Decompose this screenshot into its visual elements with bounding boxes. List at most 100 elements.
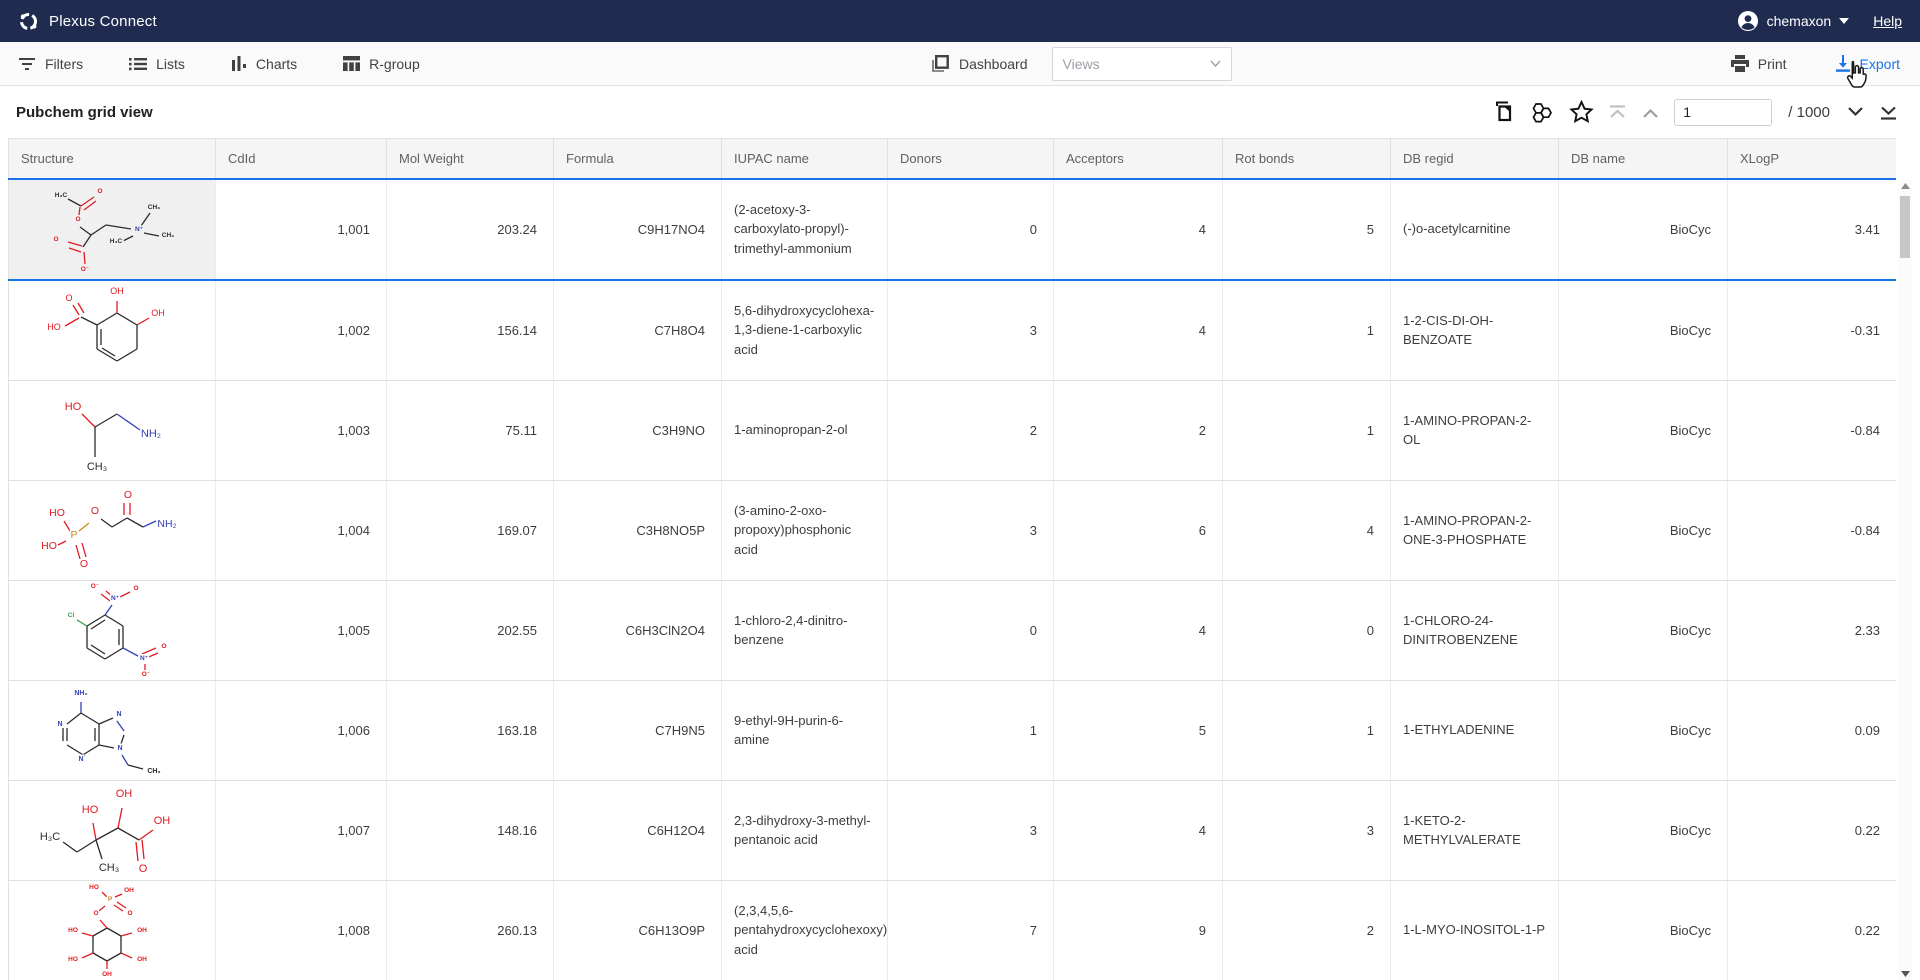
cell-formula[interactable]: C7H9N5 bbox=[554, 680, 722, 780]
cell-db-name[interactable]: BioCyc bbox=[1559, 780, 1728, 880]
cell-formula[interactable]: C3H9NO bbox=[554, 380, 722, 480]
cell-formula[interactable]: C3H8NO5P bbox=[554, 480, 722, 580]
cell-db-name[interactable]: BioCyc bbox=[1559, 380, 1728, 480]
first-row-icon[interactable] bbox=[1608, 105, 1627, 120]
filters-button[interactable]: Filters bbox=[18, 56, 83, 72]
copy-icon[interactable] bbox=[1493, 101, 1514, 123]
cell-mol-weight[interactable]: 169.07 bbox=[387, 480, 554, 580]
cell-structure[interactable]: H₃COOOO⁻N⁺CH₃CH₃H₃C bbox=[9, 179, 216, 280]
last-row-icon[interactable] bbox=[1879, 105, 1898, 120]
table-row[interactable]: HOHOOOONH₂P1,004169.07C3H8NO5P(3-amino-2… bbox=[9, 480, 1897, 580]
cell-cdid[interactable]: 1,006 bbox=[216, 680, 387, 780]
rgroup-button[interactable]: R-group bbox=[343, 56, 420, 72]
page-number-input[interactable] bbox=[1674, 99, 1772, 126]
structure-image[interactable]: NH₂NNNNCH₃ bbox=[22, 681, 202, 777]
cell-xlogp[interactable]: 0.22 bbox=[1728, 780, 1897, 880]
cell-mol-weight[interactable]: 163.18 bbox=[387, 680, 554, 780]
table-row[interactable]: ClN⁺O⁻ON⁺OO⁻1,005202.55C6H3ClN2O41-chlor… bbox=[9, 580, 1897, 680]
cell-structure[interactable]: NH₂NNNNCH₃ bbox=[9, 680, 216, 780]
lists-button[interactable]: Lists bbox=[129, 56, 185, 72]
cell-cdid[interactable]: 1,001 bbox=[216, 179, 387, 280]
user-menu[interactable]: chemaxon bbox=[1737, 10, 1850, 32]
cell-rot-bonds[interactable]: 1 bbox=[1223, 380, 1391, 480]
column-header-donors[interactable]: Donors bbox=[888, 139, 1054, 179]
cell-rot-bonds[interactable]: 3 bbox=[1223, 780, 1391, 880]
cell-db-regid[interactable]: 1-L-MYO-INOSITOL-1-P bbox=[1391, 880, 1559, 980]
export-button[interactable]: Export bbox=[1835, 55, 1900, 72]
cell-db-name[interactable]: BioCyc bbox=[1559, 680, 1728, 780]
cell-xlogp[interactable]: 0.09 bbox=[1728, 680, 1897, 780]
cell-structure[interactable]: HOHOOOONH₂P bbox=[9, 480, 216, 580]
cell-db-regid[interactable]: 1-AMINO-PROPAN-2-OL bbox=[1391, 380, 1559, 480]
cell-mol-weight[interactable]: 156.14 bbox=[387, 280, 554, 381]
column-header-rot-bonds[interactable]: Rot bonds bbox=[1223, 139, 1391, 179]
cell-db-name[interactable]: BioCyc bbox=[1559, 280, 1728, 381]
cell-cdid[interactable]: 1,007 bbox=[216, 780, 387, 880]
cell-iupac-name[interactable]: 9-ethyl-9H-purin-6-amine bbox=[722, 680, 888, 780]
cell-iupac-name[interactable]: 1-chloro-2,4-dinitro-benzene bbox=[722, 580, 888, 680]
cell-cdid[interactable]: 1,008 bbox=[216, 880, 387, 980]
structure-image[interactable]: HONH₂CH₃ bbox=[22, 381, 202, 477]
cell-db-name[interactable]: BioCyc bbox=[1559, 580, 1728, 680]
cell-structure[interactable]: ClN⁺O⁻ON⁺OO⁻ bbox=[9, 580, 216, 680]
cell-mol-weight[interactable]: 75.11 bbox=[387, 380, 554, 480]
column-header-db-name[interactable]: DB name bbox=[1559, 139, 1728, 179]
cell-xlogp[interactable]: -0.31 bbox=[1728, 280, 1897, 381]
column-header-xlogp[interactable]: XLogP bbox=[1728, 139, 1897, 179]
cell-formula[interactable]: C6H3ClN2O4 bbox=[554, 580, 722, 680]
column-header-structure[interactable]: Structure bbox=[9, 139, 216, 179]
cell-structure[interactable]: HOHOOHOHOHOPHOOHO bbox=[9, 880, 216, 980]
structure-image[interactable]: HOHOOHOHOHOPHOOHO bbox=[22, 881, 202, 977]
cell-db-regid[interactable]: (-)o-acetylcarnitine bbox=[1391, 179, 1559, 280]
cell-structure[interactable]: HONH₂CH₃ bbox=[9, 380, 216, 480]
charts-button[interactable]: Charts bbox=[231, 56, 297, 72]
cell-mol-weight[interactable]: 203.24 bbox=[387, 179, 554, 280]
cell-db-regid[interactable]: 1-KETO-2-METHYLVALERATE bbox=[1391, 780, 1559, 880]
cell-db-regid[interactable]: 1-ETHYLADENINE bbox=[1391, 680, 1559, 780]
cell-rot-bonds[interactable]: 0 bbox=[1223, 580, 1391, 680]
cell-iupac-name[interactable]: (2,3,4,5,6-pentahydroxycyclohexoxy) acid bbox=[722, 880, 888, 980]
column-header-formula[interactable]: Formula bbox=[554, 139, 722, 179]
cell-donors[interactable]: 3 bbox=[888, 280, 1054, 381]
cell-iupac-name[interactable]: (2-acetoxy-3-carboxylato-propyl)-trimeth… bbox=[722, 179, 888, 280]
table-row[interactable]: OHHOOHOH₃CCH₃1,007148.16C6H12O42,3-dihyd… bbox=[9, 780, 1897, 880]
cell-formula[interactable]: C7H8O4 bbox=[554, 280, 722, 381]
structure-image[interactable]: OHOOHOH bbox=[22, 281, 202, 377]
table-row[interactable]: OHOOHOH1,002156.14C7H8O45,6-dihydroxycyc… bbox=[9, 280, 1897, 381]
cell-rot-bonds[interactable]: 2 bbox=[1223, 880, 1391, 980]
cell-acceptors[interactable]: 4 bbox=[1054, 179, 1223, 280]
vertical-scrollbar[interactable] bbox=[1898, 180, 1912, 980]
cell-structure[interactable]: OHOOHOH bbox=[9, 280, 216, 381]
column-header-db-regid[interactable]: DB regid bbox=[1391, 139, 1559, 179]
cell-xlogp[interactable]: 0.22 bbox=[1728, 880, 1897, 980]
cell-acceptors[interactable]: 2 bbox=[1054, 380, 1223, 480]
cell-db-regid[interactable]: 1-2-CIS-DI-OH-BENZOATE bbox=[1391, 280, 1559, 381]
cell-mol-weight[interactable]: 202.55 bbox=[387, 580, 554, 680]
cell-donors[interactable]: 0 bbox=[888, 580, 1054, 680]
cell-iupac-name[interactable]: (3-amino-2-oxo-propoxy)phosphonic acid bbox=[722, 480, 888, 580]
cell-donors[interactable]: 1 bbox=[888, 680, 1054, 780]
table-row[interactable]: HOHOOHOHOHOPHOOHO1,008260.13C6H13O9P(2,3… bbox=[9, 880, 1897, 980]
cell-formula[interactable]: C6H13O9P bbox=[554, 880, 722, 980]
column-header-cdid[interactable]: CdId bbox=[216, 139, 387, 179]
cell-acceptors[interactable]: 6 bbox=[1054, 480, 1223, 580]
cell-cdid[interactable]: 1,003 bbox=[216, 380, 387, 480]
cell-acceptors[interactable]: 4 bbox=[1054, 780, 1223, 880]
column-header-mol-weight[interactable]: Mol Weight bbox=[387, 139, 554, 179]
cell-donors[interactable]: 2 bbox=[888, 380, 1054, 480]
cell-mol-weight[interactable]: 148.16 bbox=[387, 780, 554, 880]
cell-db-name[interactable]: BioCyc bbox=[1559, 480, 1728, 580]
table-row[interactable]: NH₂NNNNCH₃1,006163.18C7H9N59-ethyl-9H-pu… bbox=[9, 680, 1897, 780]
help-link[interactable]: Help bbox=[1873, 13, 1902, 29]
cell-db-name[interactable]: BioCyc bbox=[1559, 179, 1728, 280]
cell-acceptors[interactable]: 4 bbox=[1054, 580, 1223, 680]
structure-image[interactable]: ClN⁺O⁻ON⁺OO⁻ bbox=[22, 581, 202, 677]
cell-iupac-name[interactable]: 1-aminopropan-2-ol bbox=[722, 380, 888, 480]
column-header-iupac-name[interactable]: IUPAC name bbox=[722, 139, 888, 179]
cell-rot-bonds[interactable]: 1 bbox=[1223, 680, 1391, 780]
cell-mol-weight[interactable]: 260.13 bbox=[387, 880, 554, 980]
cell-db-name[interactable]: BioCyc bbox=[1559, 880, 1728, 980]
scrollbar-thumb[interactable] bbox=[1900, 196, 1910, 258]
cell-cdid[interactable]: 1,004 bbox=[216, 480, 387, 580]
views-select[interactable]: Views bbox=[1052, 47, 1232, 81]
